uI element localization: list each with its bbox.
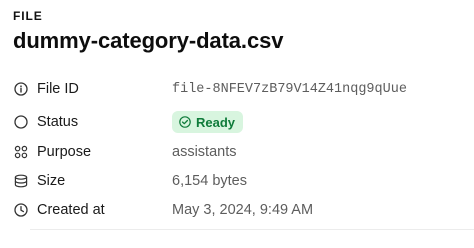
grid-dots-icon	[14, 145, 28, 159]
created-at-value: May 3, 2024, 9:49 AM	[172, 202, 314, 218]
status-row: Status Ready	[0, 108, 474, 136]
file-id-value: file-8NFEV7zB79V14Z41nqg9qUue	[172, 81, 407, 97]
status-badge-text: Ready	[196, 114, 236, 130]
size-label: Size	[37, 173, 66, 189]
file-id-row: File ID file-8NFEV7zB79V14Z41nqg9qUue	[0, 75, 474, 103]
purpose-label: Purpose	[37, 144, 92, 160]
purpose-value: assistants	[172, 144, 237, 160]
clock-icon	[14, 203, 28, 217]
file-details-panel: FILE dummy-category-data.csv File ID fil…	[0, 0, 474, 248]
info-circle-icon	[14, 82, 28, 96]
status-label: Status	[37, 114, 79, 130]
file-title: dummy-category-data.csv	[13, 28, 284, 53]
purpose-row: Purpose assistants	[0, 138, 474, 166]
check-circle-icon	[179, 116, 191, 128]
database-stack-icon	[14, 174, 28, 188]
file-id-label: File ID	[37, 81, 79, 97]
size-row: Size 6,154 bytes	[0, 167, 474, 195]
section-label: FILE	[13, 9, 43, 23]
created-at-label: Created at	[37, 202, 105, 218]
circle-outline-icon	[14, 115, 28, 129]
created-at-row: Created at May 3, 2024, 9:49 AM	[0, 196, 474, 224]
bottom-divider	[30, 229, 474, 230]
status-badge: Ready	[172, 111, 244, 133]
size-value: 6,154 bytes	[172, 173, 247, 189]
